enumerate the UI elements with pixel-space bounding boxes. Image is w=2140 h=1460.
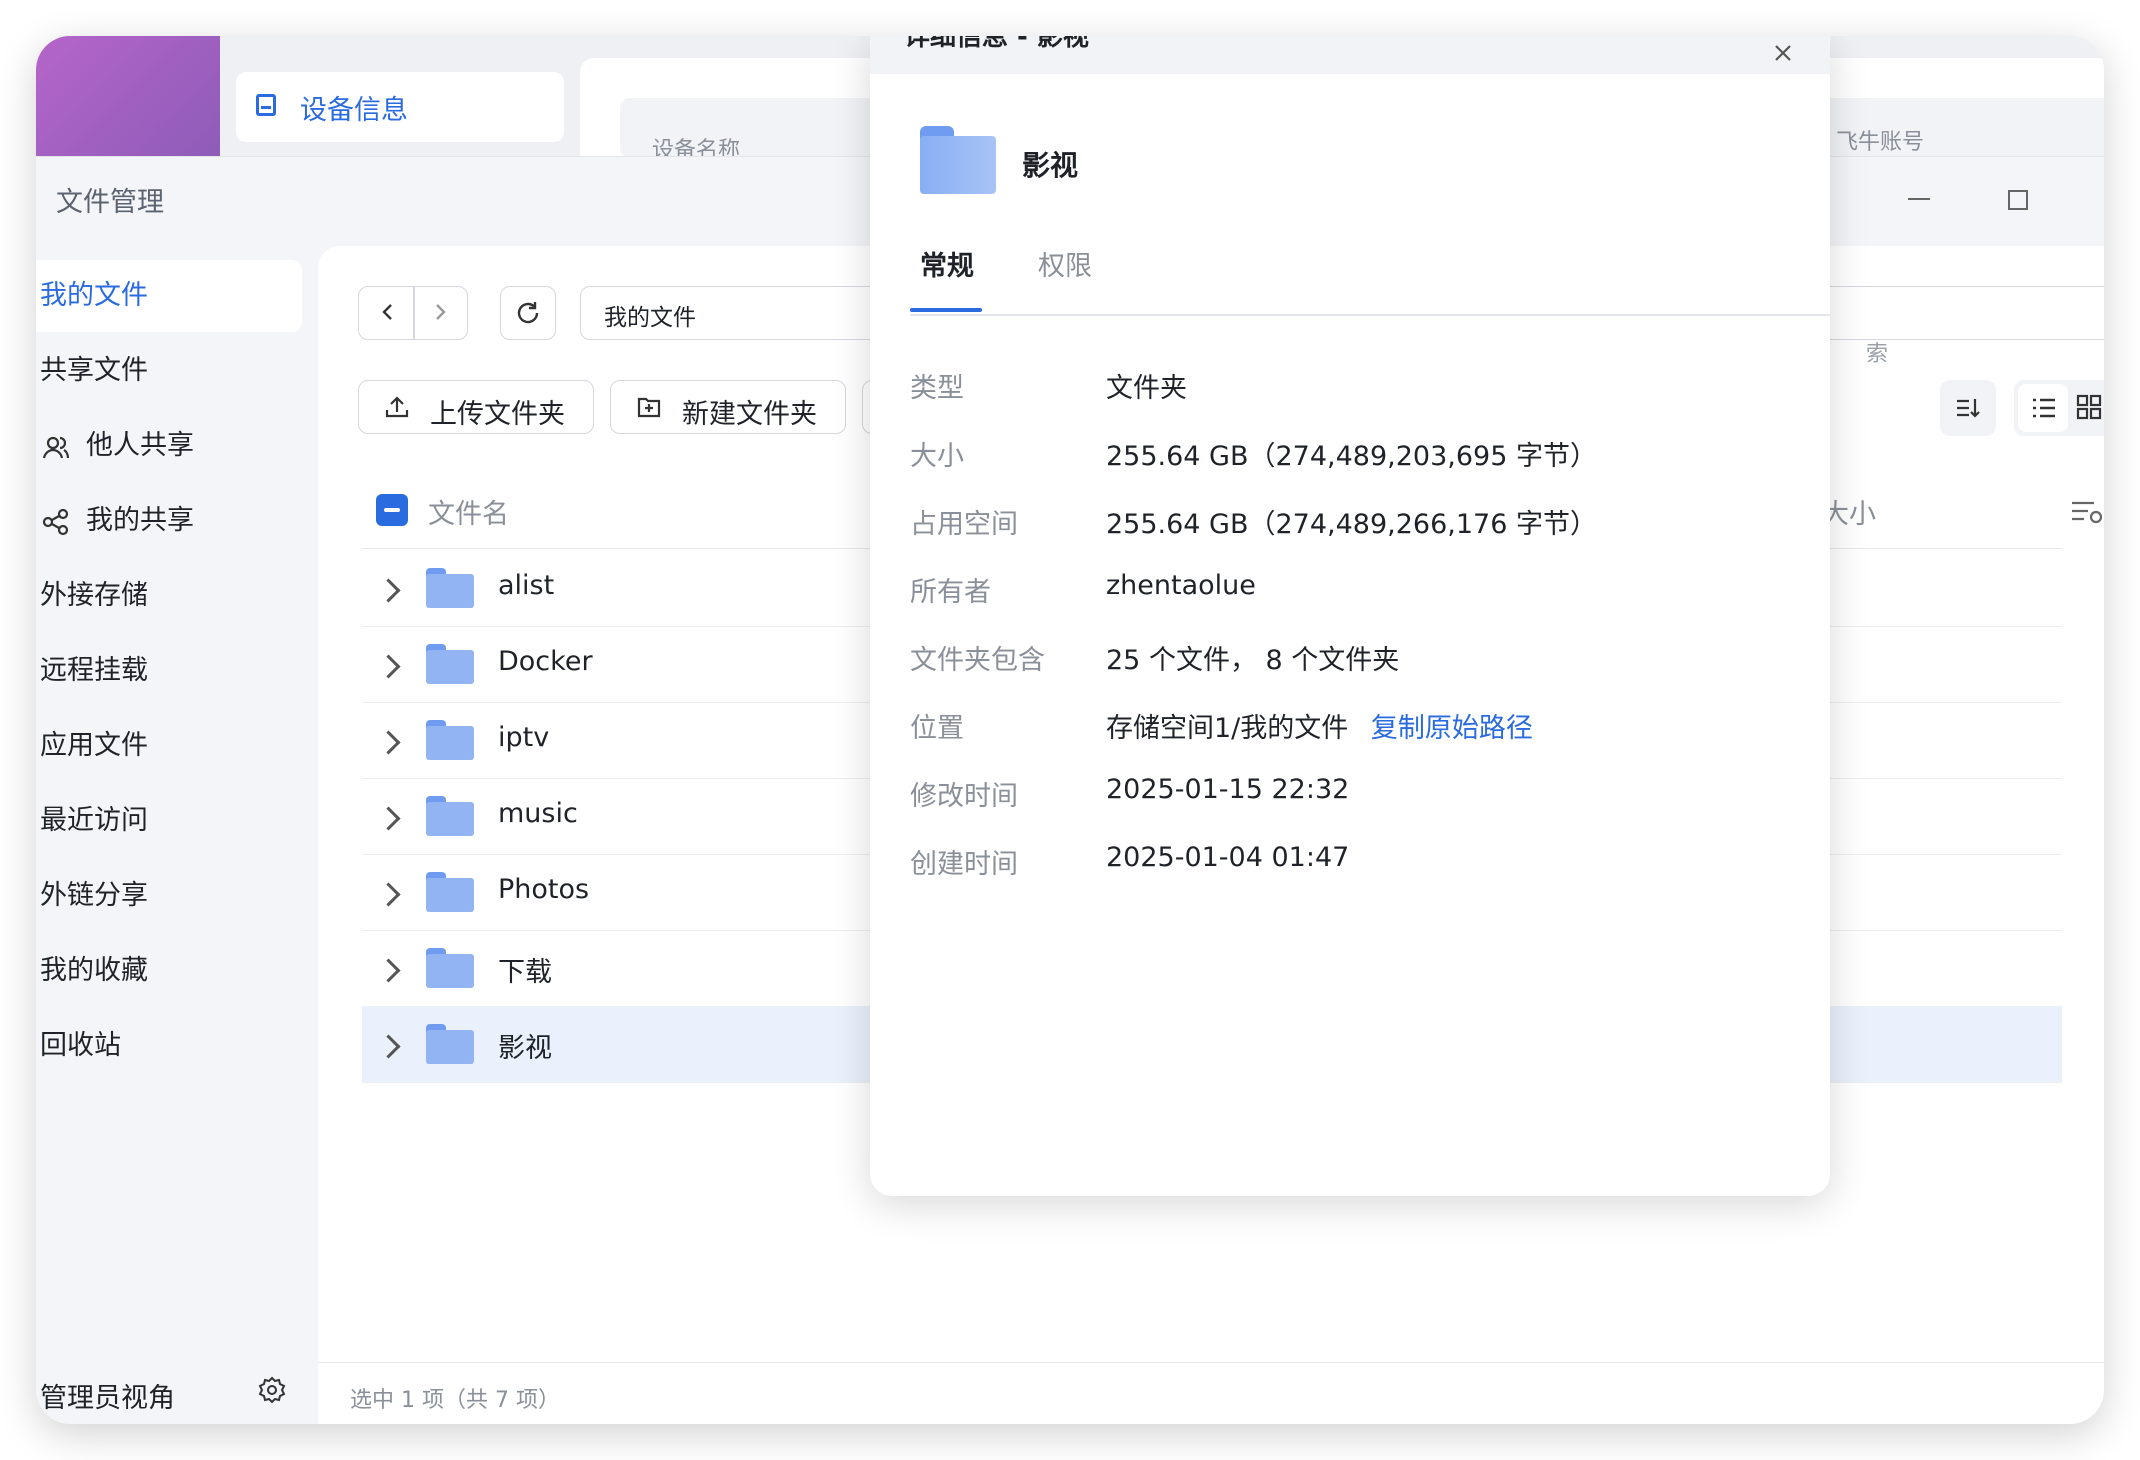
prop-value-disk-usage: 255.64 GB（274,489,266,176 字节）: [1106, 509, 1597, 540]
sort-icon: [1954, 394, 1982, 422]
prop-label-owner: 所有者: [910, 577, 991, 608]
prop-value-location: 存储空间1/我的文件 复制原始路径: [1106, 706, 1533, 745]
search-placeholder: 索: [1866, 342, 1889, 367]
prop-value-size: 255.64 GB（274,489,203,695 字节）: [1106, 441, 1597, 472]
upload-folder-label: 上传文件夹: [430, 399, 565, 430]
file-name: iptv: [498, 722, 550, 753]
sidebar-item-app-files[interactable]: 应用文件: [36, 710, 148, 782]
prop-value-created: 2025-01-04 01:47: [1106, 842, 1350, 873]
prop-value-type: 文件夹: [1106, 373, 1187, 404]
select-all-checkbox[interactable]: [376, 494, 408, 526]
folder-icon: [426, 568, 474, 608]
minimize-icon[interactable]: [1908, 198, 1930, 200]
device-info-label: 设备信息: [300, 95, 408, 126]
folder-icon: [426, 872, 474, 912]
tab-general[interactable]: 常规: [920, 244, 974, 283]
grid-view-icon[interactable]: [2076, 394, 2102, 420]
folder-icon: [426, 948, 474, 988]
column-name-header[interactable]: 文件名: [428, 492, 509, 531]
monitor-icon: [256, 94, 276, 116]
folder-icon: [426, 1024, 474, 1064]
maximize-icon[interactable]: [2008, 190, 2028, 210]
forward-icon[interactable]: [428, 300, 452, 324]
path-text: 我的文件: [604, 305, 696, 331]
new-folder-icon: [636, 394, 662, 420]
prop-label-size: 大小: [910, 441, 964, 472]
gear-icon[interactable]: [258, 1376, 286, 1404]
folder-icon: [426, 796, 474, 836]
upload-icon: [384, 394, 410, 420]
prop-value-modified: 2025-01-15 22:32: [1106, 774, 1350, 805]
prop-label-location: 位置: [910, 713, 964, 744]
sidebar-item-my-files[interactable]: 我的文件: [36, 260, 148, 332]
wallpaper-accent: [36, 36, 220, 156]
file-name: 下载: [498, 957, 552, 988]
prop-label-modified: 修改时间: [910, 781, 1018, 812]
sidebar-item-my-shares[interactable]: 我的共享: [36, 485, 194, 557]
sidebar-item-external-storage[interactable]: 外接存储: [36, 560, 148, 632]
list-view-icon: [2030, 394, 2058, 422]
close-icon[interactable]: [1774, 44, 1792, 62]
column-settings-icon[interactable]: [2070, 498, 2104, 526]
sidebar-item-recycle-bin[interactable]: 回收站: [36, 1010, 121, 1082]
prop-label-created: 创建时间: [910, 849, 1018, 880]
prop-label-disk-usage: 占用空间: [910, 509, 1018, 540]
copy-path-link[interactable]: 复制原始路径: [1371, 713, 1533, 744]
app-window: 设备信息 设备名称 飞牛账号 文件管理 我的文件 共享文件 他人共享 我的共享 …: [36, 36, 2104, 1424]
admin-view-label[interactable]: 管理员视角: [40, 1376, 175, 1415]
sidebar-item-others-share[interactable]: 他人共享: [36, 410, 194, 482]
prop-label-contents: 文件夹包含: [910, 645, 1045, 676]
folder-icon: [426, 644, 474, 684]
account-label: 飞牛账号: [1836, 130, 1925, 155]
refresh-icon: [514, 299, 542, 327]
folder-icon-large: [920, 126, 996, 194]
sidebar-item-recent[interactable]: 最近访问: [36, 785, 148, 857]
file-name: music: [498, 798, 578, 829]
prop-label-type: 类型: [910, 373, 964, 404]
selection-status: 选中 1 项（共 7 项）: [350, 1388, 560, 1413]
prop-value-contents: 25 个文件， 8 个文件夹: [1106, 645, 1400, 676]
sidebar-item-remote-mount[interactable]: 远程挂载: [36, 635, 148, 707]
tab-permissions[interactable]: 权限: [1038, 244, 1092, 283]
folder-icon: [426, 720, 474, 760]
tab-divider: [910, 314, 1830, 316]
column-size-header[interactable]: 大小: [1822, 492, 1876, 531]
prop-value-owner: zhentaolue: [1106, 570, 1256, 601]
tab-active-underline: [910, 308, 982, 312]
sidebar-item-external-links[interactable]: 外链分享: [36, 860, 148, 932]
dialog-title: 详细信息 - 影视: [904, 36, 1089, 52]
dialog-folder-name: 影视: [1022, 149, 1079, 182]
file-name: 影视: [498, 1033, 552, 1064]
file-name: Photos: [498, 874, 590, 905]
location-path: 存储空间1/我的文件: [1106, 713, 1349, 744]
status-bar: [318, 1362, 2104, 1424]
sidebar-item-shared-files[interactable]: 共享文件: [36, 335, 148, 407]
back-icon[interactable]: [376, 300, 400, 324]
file-name: alist: [498, 570, 555, 601]
sidebar-item-favorites[interactable]: 我的收藏: [36, 935, 148, 1007]
details-dialog: [870, 36, 1830, 1196]
nav-divider: [413, 287, 415, 339]
file-name: Docker: [498, 646, 593, 677]
new-folder-label: 新建文件夹: [682, 399, 817, 430]
window-title: 文件管理: [56, 187, 164, 218]
